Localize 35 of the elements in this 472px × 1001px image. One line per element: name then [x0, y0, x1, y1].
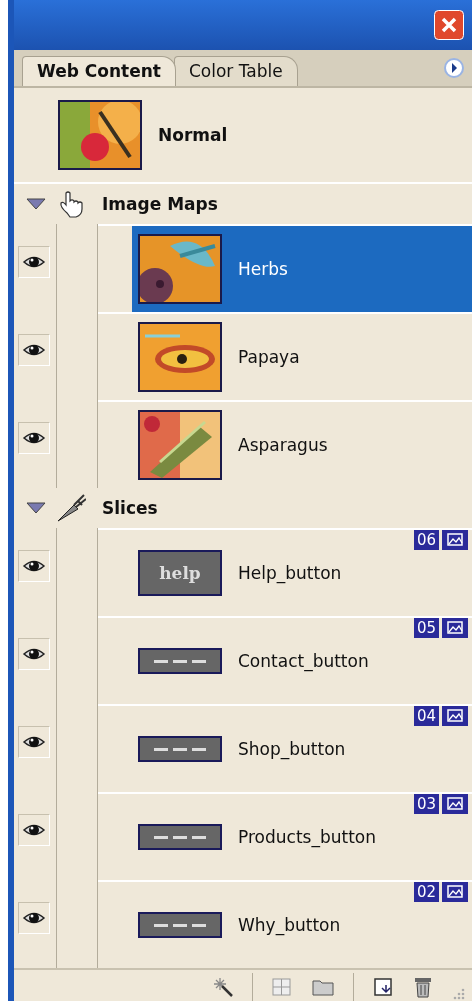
resize-grip-icon [452, 987, 466, 1001]
visibility-toggle[interactable] [18, 246, 50, 278]
visibility-toggle[interactable] [18, 550, 50, 582]
slice-number: 02 [413, 882, 439, 902]
visibility-toggle[interactable] [18, 334, 50, 366]
layer-item[interactable]: Products_button [132, 794, 408, 880]
new-item-icon[interactable] [372, 975, 394, 998]
tab[interactable]: Web Content [22, 56, 176, 86]
slice-number: 04 [413, 706, 439, 726]
sparkle-icon[interactable] [212, 975, 234, 998]
slice-number: 06 [413, 530, 439, 550]
visibility-toggle[interactable] [18, 814, 50, 846]
group-label[interactable]: Image Maps [102, 194, 218, 214]
state-label[interactable]: Normal [158, 125, 228, 145]
slice-number: 05 [413, 618, 439, 638]
visibility-toggle[interactable] [18, 422, 50, 454]
layer-item[interactable]: help Help_button [132, 530, 408, 616]
close-icon[interactable] [434, 10, 464, 40]
layer-item[interactable]: Why_button [132, 882, 408, 968]
tab[interactable]: Color Table [173, 56, 298, 86]
layer-item[interactable]: Shop_button [132, 706, 408, 792]
layer-item[interactable]: Contact_button [132, 618, 408, 704]
group-label[interactable]: Slices [102, 498, 158, 518]
visibility-toggle[interactable] [18, 902, 50, 934]
knife-icon [56, 493, 86, 523]
disclosure-triangle-icon[interactable] [26, 198, 46, 210]
layer-item[interactable]: Asparagus [132, 402, 472, 488]
disclosure-triangle-icon[interactable] [26, 502, 46, 514]
button-thumbnail: help [138, 550, 222, 596]
menu-icon[interactable] [444, 58, 464, 78]
layer-item[interactable]: Papaya [132, 314, 472, 400]
layer-item[interactable]: Herbs [132, 226, 472, 312]
visibility-toggle[interactable] [18, 726, 50, 758]
visibility-toggle[interactable] [18, 638, 50, 670]
slice-number: 03 [413, 794, 439, 814]
